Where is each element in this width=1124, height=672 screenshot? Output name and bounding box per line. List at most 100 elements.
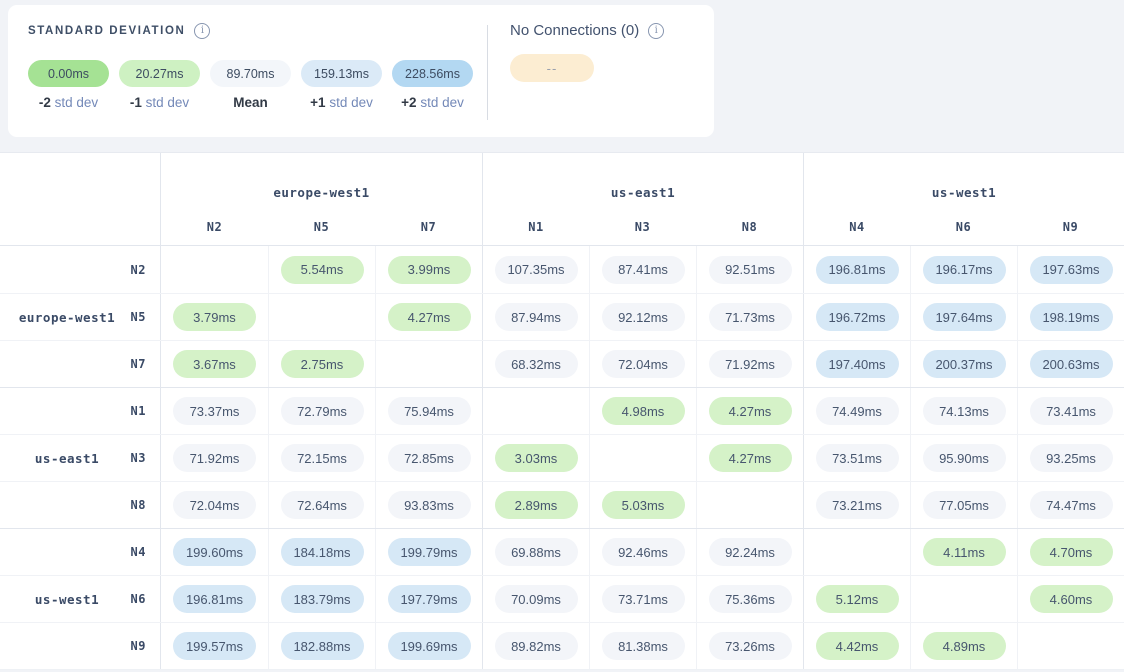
latency-cell[interactable]: 3.79ms [161, 294, 268, 340]
latency-cell[interactable]: 3.99ms [375, 246, 482, 293]
latency-cell[interactable]: 71.73ms [696, 294, 803, 340]
latency-cell[interactable]: 199.69ms [375, 623, 482, 669]
latency-cell[interactable]: 5.03ms [589, 482, 696, 528]
latency-cell[interactable]: 196.81ms [803, 246, 910, 293]
latency-cell[interactable]: 92.46ms [589, 529, 696, 575]
row-node-label[interactable]: N6 [120, 592, 146, 606]
latency-cell[interactable]: 198.19ms [1017, 294, 1124, 340]
latency-cell[interactable]: 182.88ms [268, 623, 375, 669]
latency-cell[interactable]: 184.18ms [268, 529, 375, 575]
latency-cell[interactable]: 75.94ms [375, 388, 482, 434]
row-node-label[interactable]: N7 [120, 357, 146, 371]
info-icon[interactable]: i [194, 23, 210, 39]
latency-cell[interactable]: 92.12ms [589, 294, 696, 340]
latency-cell[interactable]: 77.05ms [910, 482, 1017, 528]
latency-cell[interactable]: 2.75ms [268, 341, 375, 387]
latency-cell[interactable]: 73.41ms [1017, 388, 1124, 434]
latency-cell[interactable]: 92.24ms [696, 529, 803, 575]
latency-cell[interactable]: 197.40ms [803, 341, 910, 387]
latency-pill: 198.19ms [1030, 303, 1113, 331]
latency-cell[interactable]: 197.64ms [910, 294, 1017, 340]
latency-cell[interactable]: 69.88ms [482, 529, 589, 575]
latency-cell[interactable]: 199.60ms [161, 529, 268, 575]
latency-cell[interactable]: 93.25ms [1017, 435, 1124, 481]
latency-cell[interactable]: 72.15ms [268, 435, 375, 481]
latency-cell[interactable]: 2.89ms [482, 482, 589, 528]
latency-cell[interactable]: 93.83ms [375, 482, 482, 528]
latency-cell[interactable]: 87.41ms [589, 246, 696, 293]
latency-cell[interactable]: 72.04ms [161, 482, 268, 528]
latency-pill: 2.89ms [495, 491, 578, 519]
row-node-label[interactable]: N9 [120, 639, 146, 653]
latency-cell[interactable]: 199.57ms [161, 623, 268, 669]
latency-cell[interactable]: 196.17ms [910, 246, 1017, 293]
latency-cell[interactable]: 71.92ms [696, 341, 803, 387]
info-icon[interactable]: i [648, 23, 664, 39]
row-node-label[interactable]: N3 [120, 451, 146, 465]
latency-cell[interactable]: 95.90ms [910, 435, 1017, 481]
latency-cell[interactable]: 4.42ms [803, 623, 910, 669]
latency-cell[interactable]: 68.32ms [482, 341, 589, 387]
latency-cell [1017, 623, 1124, 669]
latency-cell[interactable]: 74.13ms [910, 388, 1017, 434]
latency-cell[interactable]: 197.63ms [1017, 246, 1124, 293]
latency-cell[interactable]: 3.03ms [482, 435, 589, 481]
latency-cell[interactable]: 72.64ms [268, 482, 375, 528]
latency-cell[interactable]: 70.09ms [482, 576, 589, 622]
row-node-label[interactable]: N5 [120, 310, 146, 324]
latency-cell[interactable]: 200.37ms [910, 341, 1017, 387]
latency-cell[interactable]: 75.36ms [696, 576, 803, 622]
node-column-header[interactable]: N4 [803, 209, 910, 245]
latency-cell[interactable]: 72.85ms [375, 435, 482, 481]
latency-cell[interactable]: 183.79ms [268, 576, 375, 622]
latency-cell[interactable]: 73.21ms [803, 482, 910, 528]
node-column-header[interactable]: N5 [268, 209, 375, 245]
latency-pill: 92.46ms [602, 538, 685, 566]
latency-cell[interactable]: 4.11ms [910, 529, 1017, 575]
latency-cell[interactable]: 4.98ms [589, 388, 696, 434]
node-column-header[interactable]: N6 [910, 209, 1017, 245]
latency-cell[interactable]: 4.60ms [1017, 576, 1124, 622]
latency-cell[interactable]: 5.12ms [803, 576, 910, 622]
latency-cell[interactable]: 4.27ms [696, 435, 803, 481]
latency-cell [696, 482, 803, 528]
latency-cell[interactable]: 72.79ms [268, 388, 375, 434]
latency-cell[interactable]: 196.72ms [803, 294, 910, 340]
latency-cell[interactable]: 5.54ms [268, 246, 375, 293]
latency-cell[interactable]: 72.04ms [589, 341, 696, 387]
latency-cell[interactable]: 200.63ms [1017, 341, 1124, 387]
row-node-label[interactable]: N1 [120, 404, 146, 418]
latency-pill: 72.64ms [281, 491, 364, 519]
latency-cell[interactable]: 73.71ms [589, 576, 696, 622]
latency-pill: 72.85ms [388, 444, 471, 472]
latency-cell[interactable]: 199.79ms [375, 529, 482, 575]
latency-cell[interactable]: 73.51ms [803, 435, 910, 481]
node-column-header[interactable]: N7 [375, 209, 482, 245]
latency-cell[interactable]: 4.89ms [910, 623, 1017, 669]
row-node-label[interactable]: N4 [120, 545, 146, 559]
latency-cell[interactable]: 73.37ms [161, 388, 268, 434]
latency-cell[interactable]: 4.27ms [375, 294, 482, 340]
latency-cell[interactable]: 81.38ms [589, 623, 696, 669]
latency-cell[interactable]: 74.49ms [803, 388, 910, 434]
latency-cell[interactable]: 73.26ms [696, 623, 803, 669]
latency-cell [161, 246, 268, 293]
node-column-header[interactable]: N1 [482, 209, 589, 245]
latency-cell[interactable]: 89.82ms [482, 623, 589, 669]
latency-cell[interactable]: 197.79ms [375, 576, 482, 622]
node-column-header[interactable]: N8 [696, 209, 803, 245]
latency-cell[interactable]: 4.70ms [1017, 529, 1124, 575]
node-column-header[interactable]: N2 [161, 209, 268, 245]
row-node-label[interactable]: N8 [120, 498, 146, 512]
row-node-label[interactable]: N2 [120, 263, 146, 277]
latency-cell[interactable]: 74.47ms [1017, 482, 1124, 528]
latency-cell[interactable]: 107.35ms [482, 246, 589, 293]
latency-cell[interactable]: 71.92ms [161, 435, 268, 481]
latency-cell[interactable]: 3.67ms [161, 341, 268, 387]
node-column-header[interactable]: N9 [1017, 209, 1124, 245]
latency-cell[interactable]: 196.81ms [161, 576, 268, 622]
node-column-header[interactable]: N3 [589, 209, 696, 245]
latency-cell[interactable]: 92.51ms [696, 246, 803, 293]
latency-cell[interactable]: 87.94ms [482, 294, 589, 340]
latency-cell[interactable]: 4.27ms [696, 388, 803, 434]
